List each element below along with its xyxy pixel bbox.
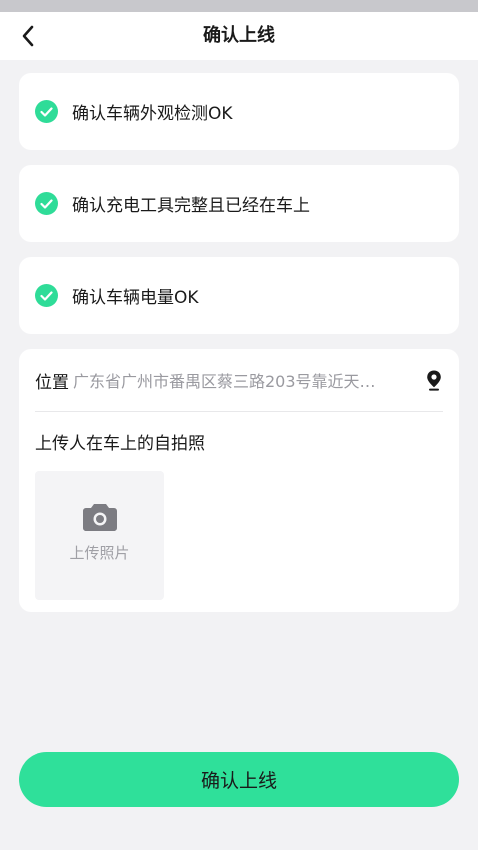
checklist-item-label: 确认充电工具完整且已经在车上 <box>72 196 310 216</box>
checkmark-circle-icon[interactable] <box>35 100 58 123</box>
upload-photo-button[interactable]: 上传照片 <box>35 471 164 600</box>
confirm-online-button[interactable]: 确认上线 <box>19 752 459 807</box>
chevron-left-icon <box>22 25 34 47</box>
back-button[interactable] <box>12 20 44 52</box>
status-bar <box>0 0 478 12</box>
nav-bar: 确认上线 <box>0 12 478 60</box>
location-value: 广东省广州市番禺区蔡三路203号靠近天… <box>73 372 376 391</box>
map-pin-icon[interactable] <box>425 369 443 391</box>
checklist-item-exterior[interactable]: 确认车辆外观检测OK <box>19 73 459 150</box>
checklist-item-charging-tools[interactable]: 确认充电工具完整且已经在车上 <box>19 165 459 242</box>
checkmark-circle-icon[interactable] <box>35 284 58 307</box>
checkmark-circle-icon[interactable] <box>35 192 58 215</box>
location-label: 位置 <box>35 372 69 393</box>
upload-form-card: 位置 广东省广州市番禺区蔡三路203号靠近天… 上传人在车上的自拍照 上传照片 <box>19 349 459 612</box>
location-row[interactable]: 位置 广东省广州市番禺区蔡三路203号靠近天… <box>35 349 443 412</box>
camera-icon <box>82 504 117 531</box>
page-title: 确认上线 <box>203 25 275 46</box>
selfie-label: 上传人在车上的自拍照 <box>35 434 205 454</box>
checklist-item-battery[interactable]: 确认车辆电量OK <box>19 257 459 334</box>
checklist-item-label: 确认车辆电量OK <box>72 288 199 308</box>
checklist-item-label: 确认车辆外观检测OK <box>72 104 233 124</box>
upload-photo-label: 上传照片 <box>69 544 130 562</box>
